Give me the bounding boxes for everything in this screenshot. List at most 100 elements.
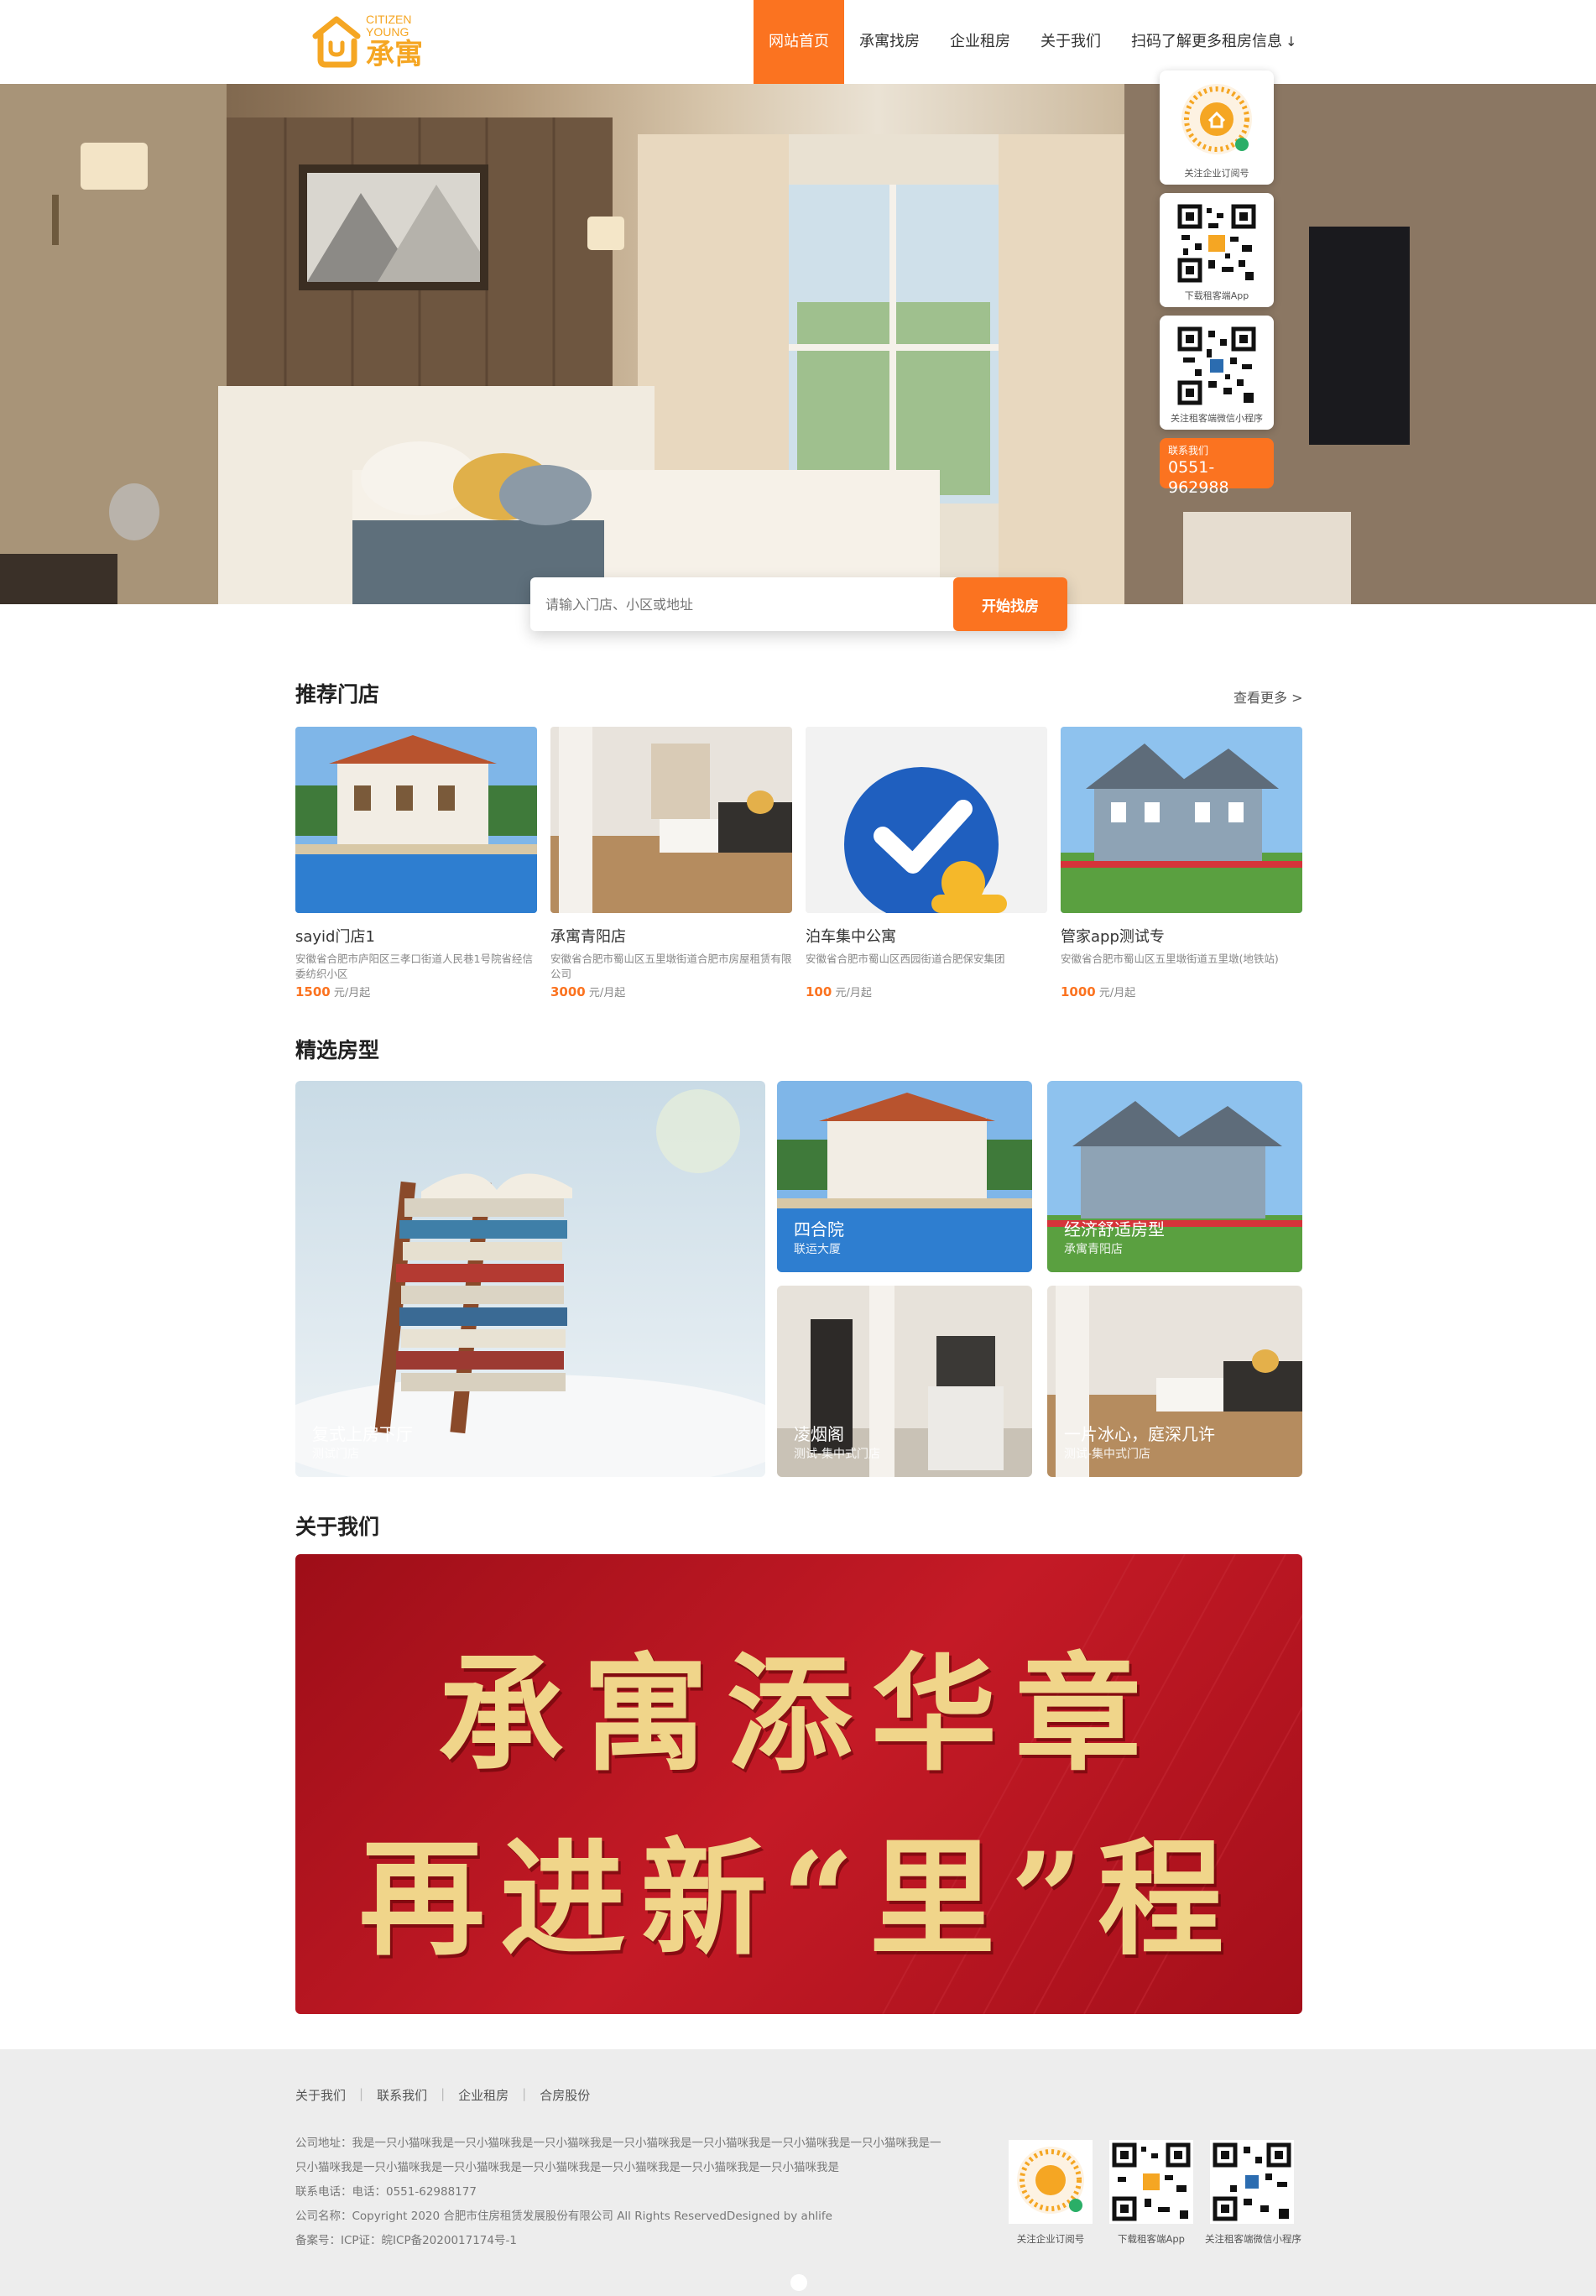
- room-card[interactable]: 四合院 联运大厦: [777, 1081, 1032, 1272]
- footer-qr-caption: 下载租客端App: [1118, 2233, 1185, 2245]
- view-more-link[interactable]: 查看更多 >: [1234, 686, 1303, 707]
- room-caption: 经济舒适房型 承寓青阳店: [1047, 1216, 1302, 1272]
- nav-home[interactable]: 网站首页: [754, 0, 844, 84]
- float-qr-subscription[interactable]: 关注企业订阅号: [1160, 70, 1274, 185]
- logo[interactable]: CITIZEN YOUNG 承寓: [312, 12, 455, 72]
- footer-separator: |: [522, 2086, 527, 2101]
- store-price: 1500 元/月起: [295, 984, 537, 999]
- site-footer: 关于我们 | 联系我们 | 企业租房 | 合房股份 公司地址：我是一只小猫咪我是…: [0, 2049, 1596, 2296]
- room-store: 测试-集中式门店: [794, 1448, 881, 1461]
- store-card[interactable]: sayid门店1 安徽省合肥市庐阳区三孝口街道人民巷1号院省经信委纺织小区 15…: [295, 727, 537, 999]
- room-card[interactable]: 凌烟阁 测试-集中式门店: [777, 1286, 1032, 1477]
- float-qr-miniprogram[interactable]: 关注租客端微信小程序: [1160, 316, 1274, 430]
- footer-address-2: 只小猫咪我是一只小猫咪我是一只小猫咪我是一只小猫咪我是一只小猫咪我是一只小猫咪我…: [295, 2161, 839, 2174]
- footer-qr-app[interactable]: 下载租客端App: [1104, 2140, 1198, 2246]
- back-to-top-icon[interactable]: [790, 2274, 807, 2291]
- footer-qr-miniprogram[interactable]: 关注租客端微信小程序: [1205, 2140, 1301, 2246]
- room-card-large[interactable]: 复式上房下厅 测试门店: [295, 1081, 765, 1477]
- logo-en-2: YOUNG: [366, 25, 409, 39]
- room-title: 四合院: [794, 1219, 844, 1239]
- store-name: 承寓青阳店: [550, 928, 626, 946]
- store-price: 3000 元/月起: [550, 984, 792, 999]
- footer-link-about[interactable]: 关于我们: [295, 2086, 346, 2104]
- about-section-title: 关于我们: [295, 1515, 380, 1539]
- slogan-line-1: 承寓添华章: [437, 1641, 1160, 1788]
- room-image: [295, 1081, 765, 1477]
- footer-link-enterprise[interactable]: 企业租房: [458, 2086, 509, 2104]
- search-input[interactable]: [545, 577, 931, 631]
- logo-cn: 承寓: [366, 38, 423, 71]
- float-qr-subscription-caption: 关注企业订阅号: [1184, 168, 1249, 179]
- footer-qr-caption: 关注企业订阅号: [1016, 2233, 1085, 2245]
- hero-banner: [0, 84, 1596, 604]
- nav-about[interactable]: 关于我们: [1025, 0, 1116, 84]
- search-bar: 开始找房: [530, 577, 1067, 631]
- search-button[interactable]: 开始找房: [953, 577, 1067, 631]
- room-store: 测试-集中式门店: [1064, 1448, 1151, 1461]
- store-image: [295, 727, 537, 913]
- store-price-value: 1000: [1061, 984, 1096, 999]
- store-price-value: 3000: [550, 984, 586, 999]
- room-caption: 四合院 联运大厦: [777, 1216, 1032, 1272]
- footer-company: 公司名称：Copyright 2020 合肥市住房租赁发展股份有限公司 All …: [295, 2210, 832, 2223]
- footer-qr-caption: 关注租客端微信小程序: [1205, 2233, 1301, 2245]
- footer-qr-subscription[interactable]: 关注企业订阅号: [1004, 2140, 1098, 2246]
- store-price-unit: 元/月起: [835, 987, 872, 999]
- nav-find-room[interactable]: 承寓找房: [844, 0, 935, 84]
- store-card[interactable]: 承寓青阳店 安徽省合肥市蜀山区五里墩街道合肥市房屋租赁有限公司 3000 元/月…: [550, 727, 792, 999]
- room-store: 承寓青阳店: [1064, 1243, 1123, 1256]
- room-card[interactable]: 一片冰心，庭深几许 测试-集中式门店: [1047, 1286, 1302, 1477]
- app-qr-icon: [1175, 201, 1259, 285]
- contact-label: 联系我们: [1168, 445, 1209, 457]
- store-price-unit: 元/月起: [1098, 987, 1136, 999]
- stores-section-title: 推荐门店: [295, 682, 380, 707]
- float-qr-miniprogram-caption: 关注租客端微信小程序: [1171, 413, 1263, 424]
- about-banner[interactable]: 承寓添华章 再进新“里”程: [295, 1554, 1302, 2014]
- miniprogram-qr-icon: [1210, 2140, 1294, 2224]
- footer-link-hefang[interactable]: 合房股份: [540, 2086, 590, 2104]
- room-title: 凌烟阁: [794, 1424, 844, 1444]
- store-name: sayid门店1: [295, 928, 375, 946]
- bedroom-illustration: [0, 84, 1596, 604]
- footer-phone: 联系电话：电话：0551-62988177: [295, 2185, 477, 2199]
- footer-qr-codes: 关注企业订阅号 下载租客端App 关注租客端微信小程序: [1004, 2140, 1306, 2246]
- store-image: [806, 727, 1047, 913]
- store-price: 100 元/月起: [806, 984, 1047, 999]
- store-price-value: 1500: [295, 984, 331, 999]
- store-price: 1000 元/月起: [1061, 984, 1302, 999]
- store-list: sayid门店1 安徽省合肥市庐阳区三孝口街道人民巷1号院省经信委纺织小区 15…: [295, 727, 1302, 999]
- float-contact-us[interactable]: 联系我们 0551-962988: [1160, 438, 1274, 497]
- float-sidebar: 关注企业订阅号 下载租客端App 关注租客端微信小程序 联系我们 0551-96…: [1160, 70, 1274, 497]
- room-grid: 复式上房下厅 测试门店 四合院 联运大厦 经济舒适房型 承寓青阳店 凌烟阁 测试…: [295, 1081, 1302, 1477]
- logo-house-icon: [312, 16, 361, 68]
- rooms-section-title: 精选房型: [295, 1038, 380, 1062]
- store-address: 安徽省合肥市蜀山区五里墩街道五里墩(地铁站): [1061, 952, 1279, 965]
- room-card[interactable]: 经济舒适房型 承寓青阳店: [1047, 1081, 1302, 1272]
- store-price-unit: 元/月起: [588, 987, 626, 999]
- slogan-line-2: 再进新“里”程: [358, 1825, 1239, 1973]
- room-title: 复式上房下厅: [312, 1424, 413, 1444]
- float-qr-app[interactable]: 下载租客端App: [1160, 193, 1274, 307]
- store-card[interactable]: 管家app测试专 安徽省合肥市蜀山区五里墩街道五里墩(地铁站) 1000 元/月…: [1061, 727, 1302, 999]
- store-address: 安徽省合肥市蜀山区五里墩街道合肥市房屋租赁有限公司: [550, 952, 792, 980]
- store-card[interactable]: 泊车集中公寓 安徽省合肥市蜀山区西园街道合肥保安集团 100 元/月起: [806, 727, 1047, 999]
- nav-enterprise-rent[interactable]: 企业租房: [935, 0, 1025, 84]
- footer-link-contact[interactable]: 联系我们: [377, 2086, 427, 2104]
- store-image: [1061, 727, 1302, 913]
- footer-icp[interactable]: 备案号：ICP证：皖ICP备2020017174号-1: [295, 2229, 967, 2253]
- logo-text: CITIZEN YOUNG 承寓: [366, 13, 423, 71]
- room-caption: 凌烟阁 测试-集中式门店: [777, 1421, 1032, 1477]
- nav-scan-qr-label: 扫码了解更多租房信息: [1131, 33, 1282, 50]
- room-title: 经济舒适房型: [1064, 1219, 1165, 1239]
- arrow-down-icon: ↓: [1286, 34, 1297, 50]
- store-price-unit: 元/月起: [333, 987, 371, 999]
- footer-separator: |: [359, 2086, 364, 2101]
- room-caption: 一片冰心，庭深几许 测试-集中式门店: [1047, 1421, 1302, 1477]
- store-name: 管家app测试专: [1061, 928, 1165, 946]
- footer-info: 公司地址：我是一只小猫咪我是一只小猫咪我是一只小猫咪我是一只小猫咪我是一只小猫咪…: [295, 2132, 967, 2253]
- verified-badge-icon: [806, 727, 1047, 913]
- room-store: 联运大厦: [794, 1243, 841, 1256]
- store-price-value: 100: [806, 984, 832, 999]
- miniprogram-qr-icon: [1175, 324, 1259, 408]
- store-address: 安徽省合肥市庐阳区三孝口街道人民巷1号院省经信委纺织小区: [295, 952, 533, 980]
